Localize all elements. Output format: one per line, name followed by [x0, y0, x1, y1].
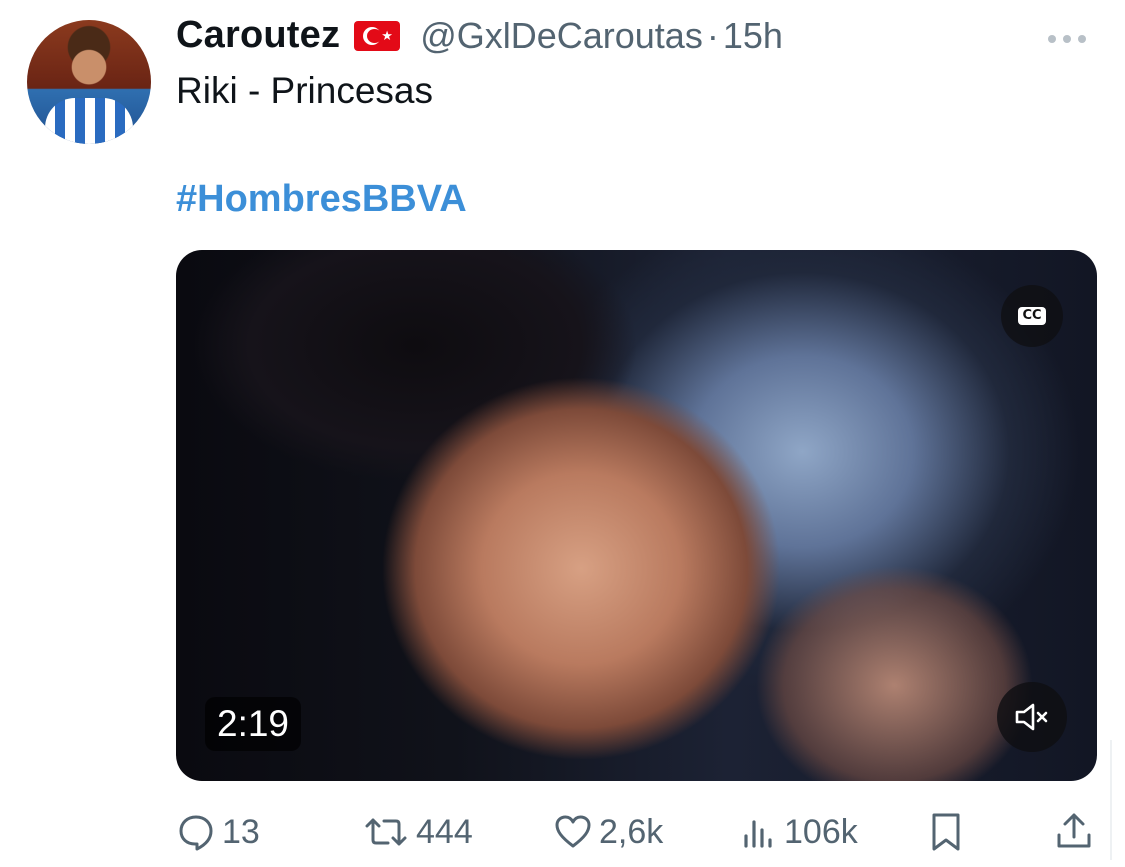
- views-chart-icon: [744, 820, 772, 848]
- heart-icon: [555, 815, 591, 848]
- retweet-button[interactable]: 444: [362, 805, 473, 859]
- video-duration: 2:19: [205, 697, 302, 751]
- retweet-icon: [365, 818, 407, 846]
- bookmark-button[interactable]: [928, 805, 964, 859]
- reply-icon: [179, 815, 213, 851]
- share-icon: [1057, 813, 1091, 848]
- more-dot: [1048, 35, 1056, 43]
- tweet-action-bar: 13 444 2,6k 106k: [0, 805, 1125, 859]
- author-name[interactable]: Caroutez: [176, 14, 340, 57]
- speaker-muted-icon: [1015, 703, 1048, 731]
- views-count: 106k: [784, 812, 858, 851]
- views-button[interactable]: 106k: [742, 805, 858, 859]
- reply-button[interactable]: 13: [176, 805, 260, 859]
- hashtag-link[interactable]: #HombresBBVA: [176, 178, 467, 221]
- more-dot: [1063, 35, 1071, 43]
- avatar-shirt: [45, 98, 133, 144]
- bookmark-icon: [932, 813, 960, 851]
- like-count: 2,6k: [599, 812, 664, 851]
- more-options-icon[interactable]: [1048, 30, 1094, 48]
- turkey-flag-icon: ★: [354, 20, 401, 51]
- header-separator: ·: [706, 14, 719, 56]
- video-player[interactable]: [176, 250, 1097, 781]
- retweet-count: 444: [416, 812, 473, 851]
- share-button[interactable]: [1054, 805, 1094, 859]
- mute-button[interactable]: [997, 682, 1067, 752]
- closed-captions-icon: CC: [1018, 307, 1046, 325]
- closed-captions-button[interactable]: CC: [1001, 285, 1063, 347]
- tweet-header: Caroutez ★ @GxlDeCaroutas · 15h: [176, 14, 783, 57]
- tweet-timestamp[interactable]: 15h: [723, 15, 783, 57]
- like-button[interactable]: 2,6k: [553, 805, 663, 859]
- tweet-text: Riki - Princesas: [176, 70, 433, 111]
- more-dot: [1078, 35, 1086, 43]
- author-avatar[interactable]: [27, 20, 151, 144]
- author-handle[interactable]: @GxlDeCaroutas: [420, 15, 703, 57]
- reply-count: 13: [222, 812, 260, 851]
